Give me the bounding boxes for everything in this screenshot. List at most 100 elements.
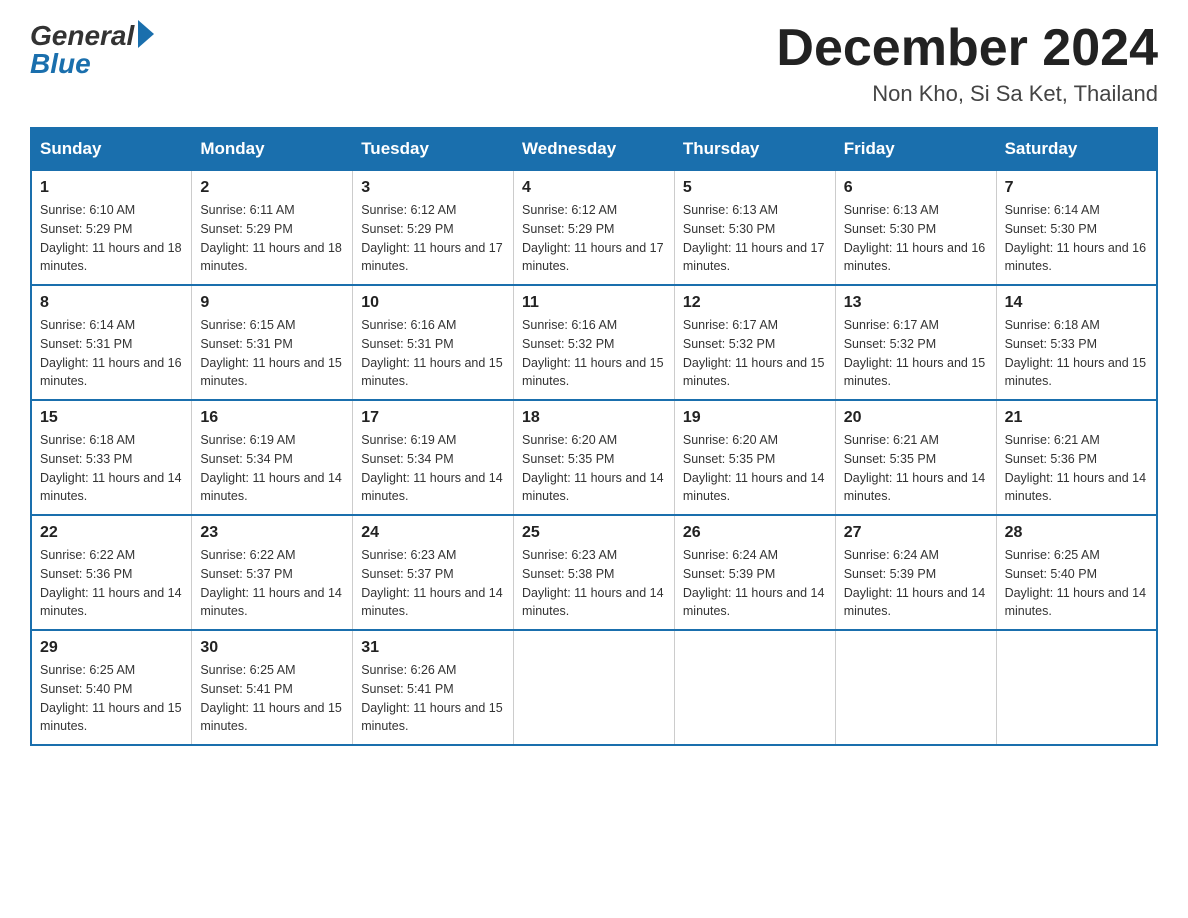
calendar-cell: 5Sunrise: 6:13 AMSunset: 5:30 PMDaylight… — [674, 170, 835, 285]
day-number: 24 — [361, 524, 505, 542]
day-number: 31 — [361, 639, 505, 657]
calendar-cell: 9 Sunrise: 6:15 AMSunset: 5:31 PMDaylight… — [192, 285, 353, 400]
day-info: Sunrise: 6:22 AMSunset: 5:36 PMDaylight:… — [40, 546, 183, 621]
day-number: 25 — [522, 524, 666, 542]
calendar-table: SundayMondayTuesdayWednesdayThursdayFrid… — [30, 127, 1158, 746]
day-info: Sunrise: 6:26 AMSunset: 5:41 PMDaylight:… — [361, 661, 505, 736]
calendar-cell: 11Sunrise: 6:16 AMSunset: 5:32 PMDayligh… — [514, 285, 675, 400]
day-number: 11 — [522, 294, 666, 312]
day-info: Sunrise: 6:24 AMSunset: 5:39 PMDaylight:… — [683, 546, 827, 621]
calendar-cell: 15Sunrise: 6:18 AMSunset: 5:33 PMDayligh… — [31, 400, 192, 515]
day-info: Sunrise: 6:12 AMSunset: 5:29 PMDaylight:… — [522, 201, 666, 276]
day-number: 28 — [1005, 524, 1148, 542]
calendar-header-row: SundayMondayTuesdayWednesdayThursdayFrid… — [31, 128, 1157, 170]
calendar-cell: 12 Sunrise: 6:17 AMSunset: 5:32 PMDayligh… — [674, 285, 835, 400]
day-info: Sunrise: 6:14 AMSunset: 5:30 PMDaylight:… — [1005, 201, 1148, 276]
location: Non Kho, Si Sa Ket, Thailand — [776, 81, 1158, 107]
day-info: Sunrise: 6:21 AMSunset: 5:36 PMDaylight:… — [1005, 431, 1148, 506]
logo: General Blue — [30, 20, 154, 80]
day-number: 17 — [361, 409, 505, 427]
calendar-week-row: 22Sunrise: 6:22 AMSunset: 5:36 PMDayligh… — [31, 515, 1157, 630]
calendar-cell: 25 Sunrise: 6:23 AMSunset: 5:38 PMDayligh… — [514, 515, 675, 630]
calendar-cell: 29 Sunrise: 6:25 AMSunset: 5:40 PMDayligh… — [31, 630, 192, 745]
calendar-header-monday: Monday — [192, 128, 353, 170]
day-info: Sunrise: 6:22 AMSunset: 5:37 PMDaylight:… — [200, 546, 344, 621]
calendar-week-row: 15Sunrise: 6:18 AMSunset: 5:33 PMDayligh… — [31, 400, 1157, 515]
calendar-cell: 4 Sunrise: 6:12 AMSunset: 5:29 PMDaylight… — [514, 170, 675, 285]
day-info: Sunrise: 6:25 AMSunset: 5:40 PMDaylight:… — [1005, 546, 1148, 621]
calendar-cell: 21Sunrise: 6:21 AMSunset: 5:36 PMDayligh… — [996, 400, 1157, 515]
calendar-cell: 6 Sunrise: 6:13 AMSunset: 5:30 PMDaylight… — [835, 170, 996, 285]
calendar-cell — [674, 630, 835, 745]
day-number: 9 — [200, 294, 344, 312]
day-info: Sunrise: 6:14 AMSunset: 5:31 PMDaylight:… — [40, 316, 183, 391]
day-number: 14 — [1005, 294, 1148, 312]
day-number: 29 — [40, 639, 183, 657]
calendar-cell: 7 Sunrise: 6:14 AMSunset: 5:30 PMDaylight… — [996, 170, 1157, 285]
day-info: Sunrise: 6:25 AMSunset: 5:40 PMDaylight:… — [40, 661, 183, 736]
day-info: Sunrise: 6:18 AMSunset: 5:33 PMDaylight:… — [40, 431, 183, 506]
day-number: 18 — [522, 409, 666, 427]
calendar-cell: 8 Sunrise: 6:14 AMSunset: 5:31 PMDaylight… — [31, 285, 192, 400]
logo-arrow-icon — [138, 20, 154, 48]
day-number: 12 — [683, 294, 827, 312]
day-number: 3 — [361, 179, 505, 197]
day-number: 16 — [200, 409, 344, 427]
day-number: 5 — [683, 179, 827, 197]
calendar-header-sunday: Sunday — [31, 128, 192, 170]
day-info: Sunrise: 6:21 AMSunset: 5:35 PMDaylight:… — [844, 431, 988, 506]
day-info: Sunrise: 6:20 AMSunset: 5:35 PMDaylight:… — [522, 431, 666, 506]
day-info: Sunrise: 6:11 AMSunset: 5:29 PMDaylight:… — [200, 201, 344, 276]
day-number: 1 — [40, 179, 183, 197]
calendar-cell: 23 Sunrise: 6:22 AMSunset: 5:37 PMDayligh… — [192, 515, 353, 630]
calendar-cell: 22Sunrise: 6:22 AMSunset: 5:36 PMDayligh… — [31, 515, 192, 630]
day-number: 8 — [40, 294, 183, 312]
calendar-week-row: 1 Sunrise: 6:10 AMSunset: 5:29 PMDaylight… — [31, 170, 1157, 285]
calendar-cell: 28 Sunrise: 6:25 AMSunset: 5:40 PMDayligh… — [996, 515, 1157, 630]
day-number: 6 — [844, 179, 988, 197]
calendar-cell: 14 Sunrise: 6:18 AMSunset: 5:33 PMDayligh… — [996, 285, 1157, 400]
calendar-header-tuesday: Tuesday — [353, 128, 514, 170]
calendar-cell: 24Sunrise: 6:23 AMSunset: 5:37 PMDayligh… — [353, 515, 514, 630]
day-info: Sunrise: 6:17 AMSunset: 5:32 PMDaylight:… — [683, 316, 827, 391]
calendar-cell: 16Sunrise: 6:19 AMSunset: 5:34 PMDayligh… — [192, 400, 353, 515]
calendar-week-row: 29 Sunrise: 6:25 AMSunset: 5:40 PMDayligh… — [31, 630, 1157, 745]
month-title: December 2024 — [776, 20, 1158, 77]
day-info: Sunrise: 6:13 AMSunset: 5:30 PMDaylight:… — [844, 201, 988, 276]
day-info: Sunrise: 6:18 AMSunset: 5:33 PMDaylight:… — [1005, 316, 1148, 391]
calendar-cell — [514, 630, 675, 745]
logo-blue-text: Blue — [30, 48, 91, 80]
calendar-cell: 19 Sunrise: 6:20 AMSunset: 5:35 PMDayligh… — [674, 400, 835, 515]
calendar-cell: 27Sunrise: 6:24 AMSunset: 5:39 PMDayligh… — [835, 515, 996, 630]
day-number: 23 — [200, 524, 344, 542]
day-number: 19 — [683, 409, 827, 427]
calendar-cell: 26 Sunrise: 6:24 AMSunset: 5:39 PMDayligh… — [674, 515, 835, 630]
day-info: Sunrise: 6:16 AMSunset: 5:31 PMDaylight:… — [361, 316, 505, 391]
day-number: 10 — [361, 294, 505, 312]
calendar-header-wednesday: Wednesday — [514, 128, 675, 170]
calendar-header-saturday: Saturday — [996, 128, 1157, 170]
calendar-cell — [835, 630, 996, 745]
day-number: 26 — [683, 524, 827, 542]
calendar-header-thursday: Thursday — [674, 128, 835, 170]
day-number: 4 — [522, 179, 666, 197]
day-info: Sunrise: 6:15 AMSunset: 5:31 PMDaylight:… — [200, 316, 344, 391]
day-info: Sunrise: 6:17 AMSunset: 5:32 PMDaylight:… — [844, 316, 988, 391]
day-info: Sunrise: 6:23 AMSunset: 5:38 PMDaylight:… — [522, 546, 666, 621]
day-number: 27 — [844, 524, 988, 542]
calendar-cell: 30Sunrise: 6:25 AMSunset: 5:41 PMDayligh… — [192, 630, 353, 745]
calendar-cell: 18 Sunrise: 6:20 AMSunset: 5:35 PMDayligh… — [514, 400, 675, 515]
calendar-cell: 10 Sunrise: 6:16 AMSunset: 5:31 PMDayligh… — [353, 285, 514, 400]
day-info: Sunrise: 6:12 AMSunset: 5:29 PMDaylight:… — [361, 201, 505, 276]
day-info: Sunrise: 6:20 AMSunset: 5:35 PMDaylight:… — [683, 431, 827, 506]
calendar-cell: 2Sunrise: 6:11 AMSunset: 5:29 PMDaylight… — [192, 170, 353, 285]
title-section: December 2024 Non Kho, Si Sa Ket, Thaila… — [776, 20, 1158, 107]
day-info: Sunrise: 6:10 AMSunset: 5:29 PMDaylight:… — [40, 201, 183, 276]
day-number: 7 — [1005, 179, 1148, 197]
calendar-cell: 3 Sunrise: 6:12 AMSunset: 5:29 PMDaylight… — [353, 170, 514, 285]
calendar-cell: 20Sunrise: 6:21 AMSunset: 5:35 PMDayligh… — [835, 400, 996, 515]
calendar-cell: 17Sunrise: 6:19 AMSunset: 5:34 PMDayligh… — [353, 400, 514, 515]
day-info: Sunrise: 6:25 AMSunset: 5:41 PMDaylight:… — [200, 661, 344, 736]
calendar-cell: 31 Sunrise: 6:26 AMSunset: 5:41 PMDayligh… — [353, 630, 514, 745]
calendar-cell: 13Sunrise: 6:17 AMSunset: 5:32 PMDayligh… — [835, 285, 996, 400]
